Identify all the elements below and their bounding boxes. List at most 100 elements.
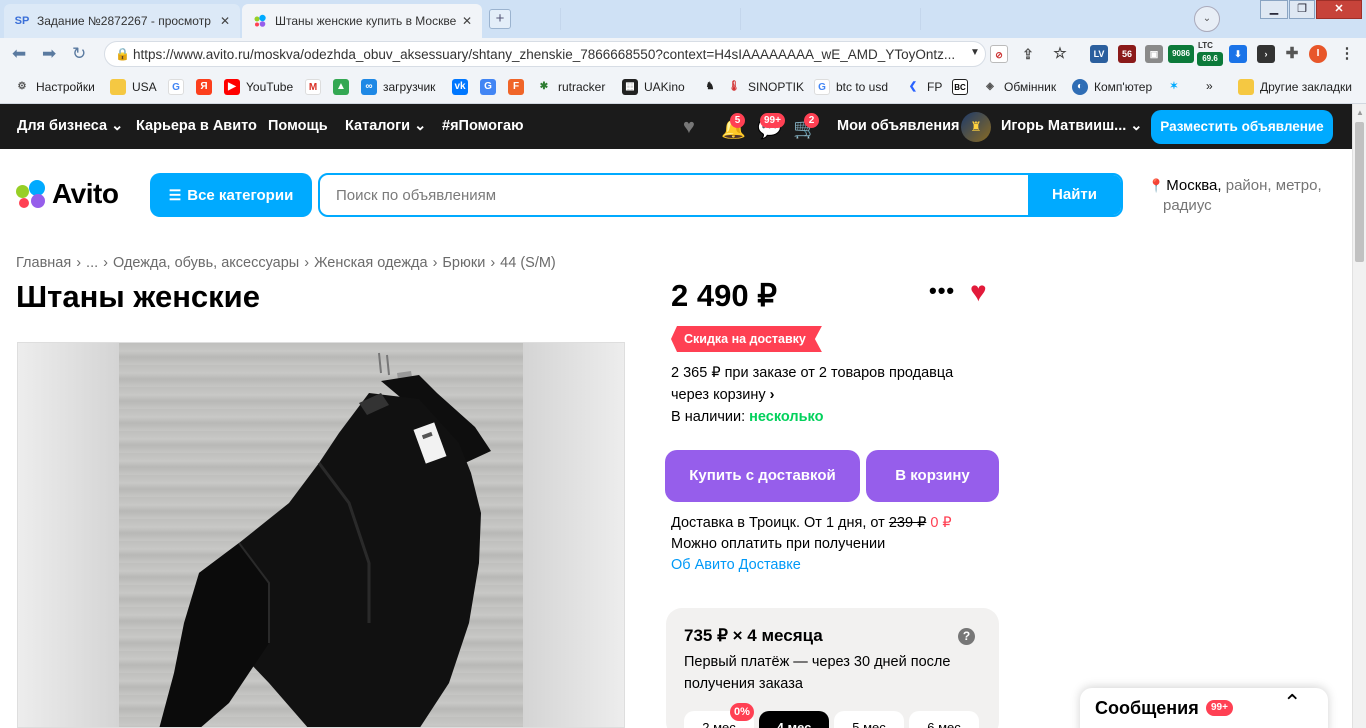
messages-widget[interactable]: Сообщения 99+ ⌃ [1080, 688, 1328, 728]
avito-logo[interactable]: Avito [16, 178, 119, 210]
btc-extension-icon[interactable]: 9086 [1168, 45, 1194, 63]
browser-tab-task[interactable]: SP Задание №2872267 - просмотр за... ✕ [4, 4, 240, 38]
maximize-button[interactable]: ❐ [1289, 0, 1315, 19]
breadcrumb-item[interactable]: Женская одежда [314, 255, 427, 271]
bookmark-exchanger[interactable]: ◈ Обмінник [982, 79, 1056, 95]
search-input[interactable] [320, 175, 1028, 215]
bookmark-drive[interactable]: ▲ [333, 79, 355, 95]
bookmark-youtube[interactable]: ▶ YouTube [224, 79, 293, 95]
profile-avatar-icon[interactable]: I [1309, 45, 1327, 63]
bookmark-rutracker[interactable]: ✱ rutracker [536, 79, 606, 95]
scroll-up-icon[interactable]: ▲ [1356, 108, 1364, 117]
bookmark-uakino[interactable]: ▦ UAKino [622, 79, 685, 95]
bookmark-google[interactable]: G [168, 79, 190, 95]
bookmark-star[interactable]: ✶ [1166, 79, 1188, 95]
cart-offer[interactable]: 2 365 ₽ при заказе от 2 товаров продавца… [671, 362, 981, 406]
browser-tab-avito[interactable]: Штаны женские купить в Москве ✕ [242, 4, 482, 38]
bookmark-figure[interactable]: ♞ [702, 79, 724, 95]
bookmark-computer[interactable]: ◐ Комп'ютер [1072, 79, 1152, 95]
bookmark-f[interactable]: F [508, 79, 530, 95]
nav-ihelp[interactable]: #яПомогаю [442, 118, 524, 134]
bookmark-label: загрузчик [383, 80, 436, 94]
breadcrumb-item[interactable]: Главная [16, 255, 71, 271]
back-icon[interactable]: ⬅ [12, 44, 26, 64]
breadcrumb-item[interactable]: 44 (S/M) [500, 255, 556, 271]
forward-icon[interactable]: ➡ [42, 44, 56, 64]
nav-business[interactable]: Для бизнеса ⌄ [17, 118, 123, 134]
lv-extension-icon[interactable]: LV [1090, 45, 1108, 63]
nav-my-ads[interactable]: Мои объявления [837, 118, 959, 134]
url-dropdown-icon[interactable]: ▼ [970, 47, 980, 58]
bookmark-loader[interactable]: ∞ загрузчик [361, 79, 435, 95]
bookmark-usa[interactable]: USA [110, 79, 157, 95]
page-scrollbar[interactable]: ▲ [1352, 104, 1366, 728]
term-option-selected[interactable]: 4 мес [759, 711, 829, 728]
minimize-button[interactable]: ▁ [1260, 0, 1288, 19]
tab-search-icon[interactable]: ⌄ [1194, 6, 1220, 32]
location-selector[interactable]: 📍 Москва, район, метро, радиус [1148, 176, 1338, 216]
logo-wordmark: Avito [52, 178, 119, 209]
buy-with-delivery-button[interactable]: Купить с доставкой [665, 450, 860, 502]
breadcrumb-item[interactable]: Одежда, обувь, аксессуары [113, 255, 299, 271]
bookmark-yandex[interactable]: Я [196, 79, 218, 95]
location-rest: район, метро, [1221, 177, 1322, 194]
delivery-text: Доставка в Троицк. От 1 дня, от [671, 515, 889, 531]
download-icon[interactable]: ⬇ [1229, 45, 1247, 63]
new-tab-button[interactable]: + [489, 9, 511, 29]
avito-favicon-icon [252, 13, 268, 29]
more-options-icon[interactable]: ••• [929, 278, 955, 304]
ghost-tab [740, 8, 910, 30]
ghost-tab [920, 8, 1090, 30]
term-option[interactable]: 5 мес [834, 711, 904, 728]
favorite-heart-icon[interactable]: ♥ [970, 278, 987, 306]
bookmark-btc-usd[interactable]: Gbtc to usd [814, 79, 888, 95]
bookmark-settings[interactable]: ⚙ Настройки [14, 79, 95, 95]
terminal-extension-icon[interactable]: › [1257, 45, 1275, 63]
scrollbar-thumb[interactable] [1355, 122, 1364, 262]
bookmark-sinoptik[interactable]: 🌡 SINOPTIK [726, 79, 804, 95]
product-photo[interactable] [17, 342, 625, 728]
nav-career[interactable]: Карьера в Авито [136, 118, 257, 134]
extensions-puzzle-icon[interactable]: ✚ [1283, 45, 1301, 63]
favorites-heart-icon[interactable]: ♥ [683, 116, 695, 139]
bookmarks-overflow[interactable]: » [1206, 79, 1213, 93]
menu-kebab-icon[interactable]: ⋮ [1338, 45, 1356, 63]
search-button[interactable]: Найти [1028, 175, 1121, 215]
bookmark-bc[interactable]: BC [952, 79, 974, 95]
url-field[interactable]: 🔒 https://www.avito.ru/moskva/odezhda_ob… [104, 41, 986, 67]
delivery-old-price: 239 ₽ [888, 515, 927, 531]
share-icon[interactable]: ⇪ [1019, 45, 1037, 63]
breadcrumb-item[interactable]: ... [86, 255, 98, 271]
reload-icon[interactable]: ↻ [72, 44, 86, 64]
n56-extension-icon[interactable]: 56 [1118, 45, 1136, 63]
bookmark-star-icon[interactable]: ☆ [1051, 45, 1069, 63]
term-option[interactable]: 6 мес [909, 711, 979, 728]
nav-user-menu[interactable]: Игорь Матвииш... ⌄ [1001, 118, 1142, 134]
about-delivery-link[interactable]: Об Авито Доставке [671, 555, 952, 576]
bookmark-other[interactable]: Другие закладки [1238, 79, 1352, 95]
messages-count-badge: 99+ [1206, 700, 1233, 716]
close-tab-icon[interactable]: ✕ [220, 14, 230, 28]
close-window-button[interactable]: ✕ [1316, 0, 1362, 19]
briefcase-extension-icon[interactable]: ▣ [1145, 45, 1163, 63]
add-to-cart-button[interactable]: В корзину [866, 450, 999, 502]
help-question-icon[interactable]: ? [958, 628, 975, 645]
lock-icon: 🔒 [115, 47, 130, 61]
nav-help[interactable]: Помощь [268, 118, 328, 134]
user-avatar[interactable]: ♜ [961, 112, 991, 142]
bookmark-label: Другие закладки [1260, 80, 1352, 94]
bookmark-translate[interactable]: G [480, 79, 502, 95]
bookmark-fp[interactable]: ❮ FP [905, 79, 943, 95]
bookmark-gmail[interactable]: M [305, 79, 327, 95]
nav-catalogs[interactable]: Каталоги ⌄ [345, 118, 426, 134]
cookie-blocked-icon[interactable]: ⊘ [990, 45, 1008, 63]
folder-icon [110, 79, 126, 95]
tab-title: Задание №2872267 - просмотр за... [37, 14, 214, 28]
post-ad-button[interactable]: Разместить объявление [1151, 110, 1333, 144]
bookmark-vk[interactable]: vk [452, 79, 474, 95]
all-categories-button[interactable]: ☰ Все категории [150, 173, 312, 217]
chevron-up-icon[interactable]: ⌃ [1283, 690, 1301, 716]
breadcrumb-item[interactable]: Брюки [442, 255, 485, 271]
close-tab-icon[interactable]: ✕ [462, 14, 472, 28]
ltc-extension-icon[interactable]: 69.6 [1197, 52, 1223, 66]
